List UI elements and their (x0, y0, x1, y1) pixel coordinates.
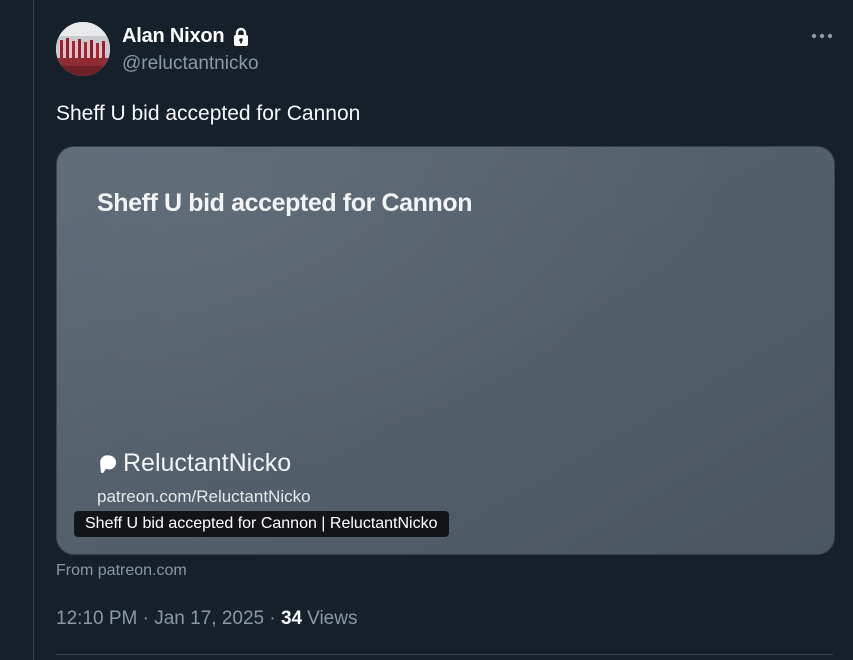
card-caption: Sheff U bid accepted for Cannon | Reluct… (74, 511, 449, 537)
column-divider (33, 0, 34, 660)
author-name[interactable]: Alan Nixon (122, 25, 250, 48)
meta-separator: · (264, 608, 281, 629)
divider (56, 654, 833, 655)
meta-separator: · (137, 608, 155, 629)
card-source-link[interactable]: From patreon.com (56, 562, 187, 580)
card-brand-name: ReluctantNicko (123, 449, 292, 477)
tweet-detail-page: Alan Nixon @reluctantnicko Sheff U bid a… (0, 0, 853, 660)
card-image-title: Sheff U bid accepted for Cannon (97, 189, 473, 217)
views-count: 34 (280, 608, 303, 629)
author-handle[interactable]: @reluctantnicko (122, 53, 259, 75)
author-name-text: Alan Nixon (122, 25, 225, 47)
link-preview-card[interactable]: Sheff U bid accepted for Cannon Reluctan… (56, 146, 835, 555)
views-label: Views (307, 608, 358, 629)
tweet-time[interactable]: 12:10 PM (56, 608, 137, 630)
avatar-photo (56, 22, 110, 76)
patreon-icon (100, 454, 117, 473)
avatar[interactable] (56, 22, 110, 76)
lock-icon (234, 27, 249, 46)
card-brand: ReluctantNicko (97, 449, 291, 478)
tweet-meta: 12:10 PM · Jan 17, 2025 · 34 Views (56, 608, 357, 630)
card-url: patreon.com/ReluctantNicko (97, 487, 311, 506)
tweet-text: Sheff U bid accepted for Cannon (56, 102, 361, 125)
more-dots-icon (811, 33, 833, 39)
more-options-button[interactable] (806, 22, 838, 50)
tweet-date[interactable]: Jan 17, 2025 (154, 608, 264, 630)
